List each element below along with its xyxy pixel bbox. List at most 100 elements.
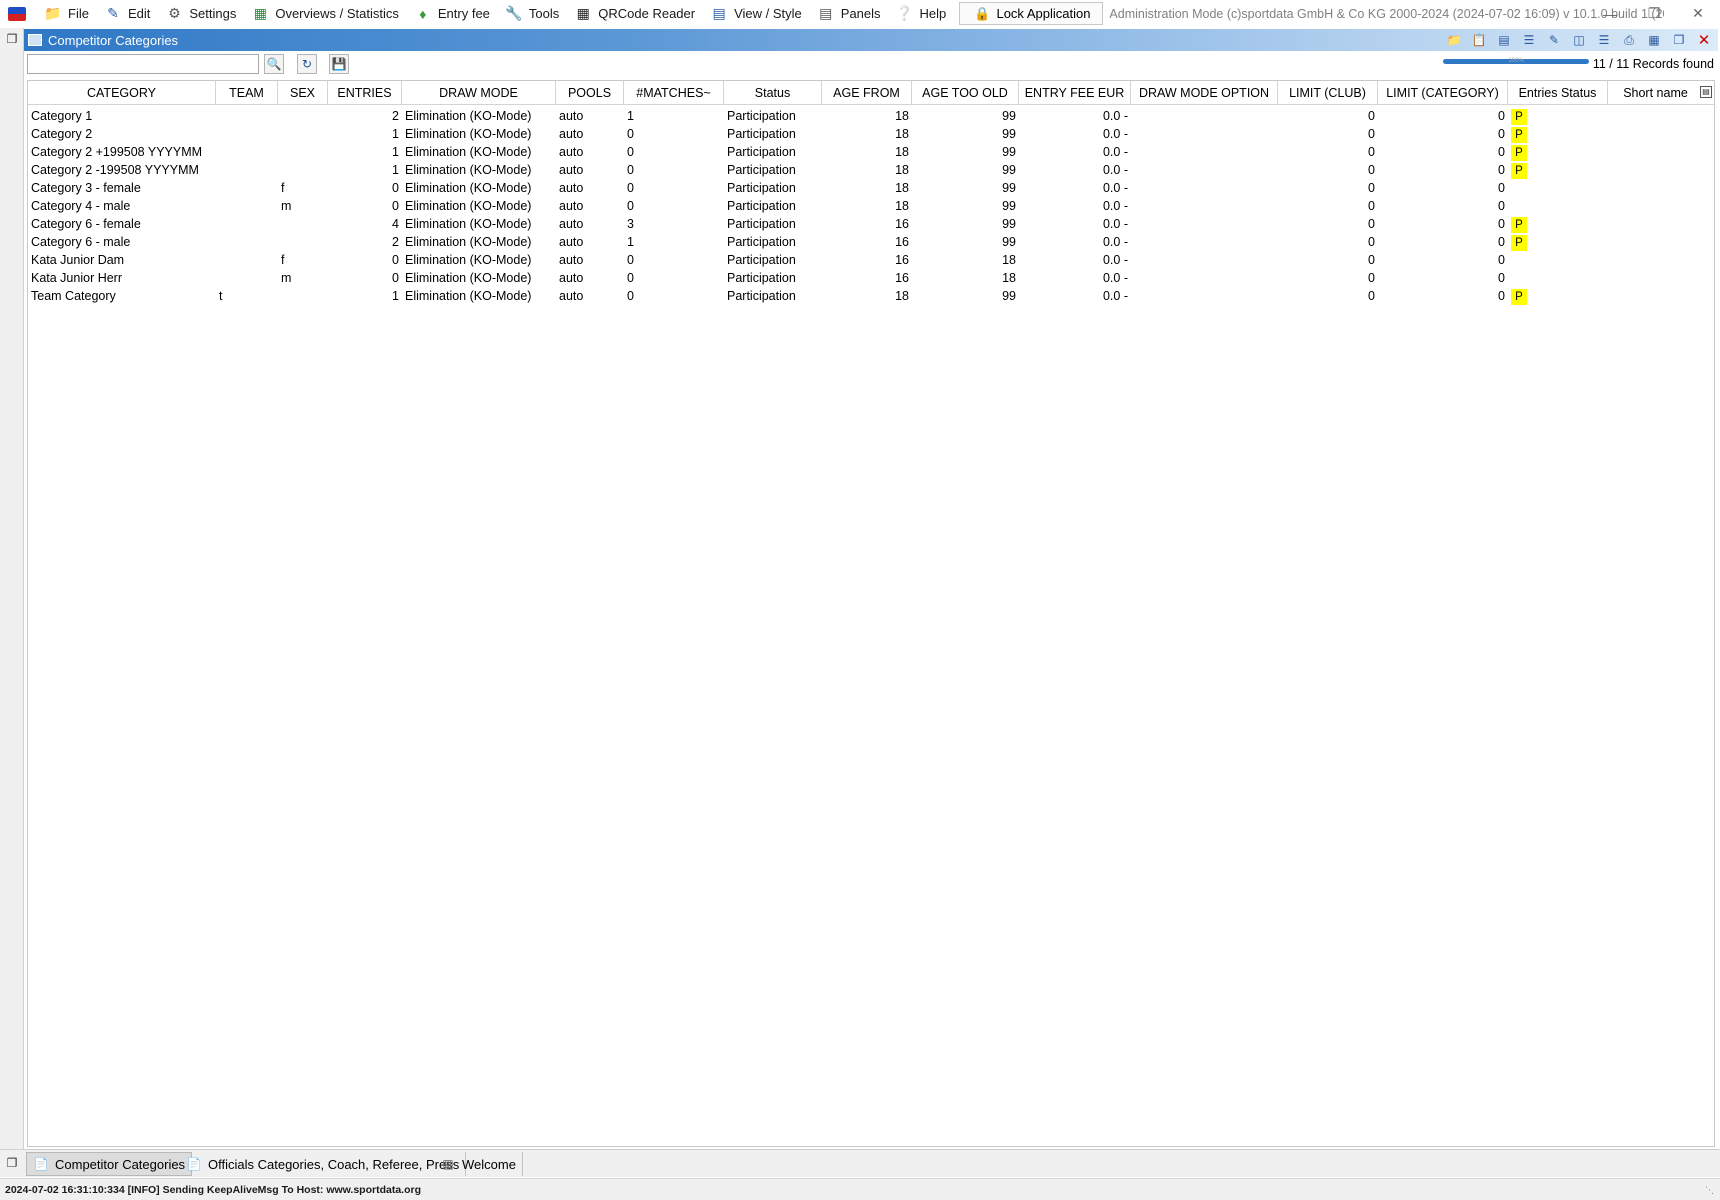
cell-age-too-old[interactable]: 99 bbox=[912, 179, 1019, 197]
cell-entry-fee[interactable]: 0.0 - bbox=[1019, 125, 1131, 143]
cell-short-name[interactable] bbox=[1608, 233, 1703, 251]
cell-age-from[interactable]: 18 bbox=[822, 179, 912, 197]
cell-status[interactable]: Participation bbox=[724, 179, 822, 197]
cell-matches[interactable]: 0 bbox=[624, 125, 724, 143]
cell-draw-mode[interactable]: Elimination (KO-Mode) bbox=[402, 143, 556, 161]
cell-entries-status[interactable] bbox=[1508, 197, 1608, 215]
cell-matches[interactable]: 0 bbox=[624, 251, 724, 269]
cell-age-too-old[interactable]: 99 bbox=[912, 143, 1019, 161]
menu-file[interactable]: 📁 File bbox=[38, 0, 95, 27]
cell-age-too-old[interactable]: 18 bbox=[912, 269, 1019, 287]
column-header-draw-mode-option[interactable]: DRAW MODE OPTION bbox=[1131, 81, 1278, 105]
cell-age-from[interactable]: 18 bbox=[822, 125, 912, 143]
cell-sex[interactable] bbox=[278, 107, 328, 125]
cell-age-from[interactable]: 18 bbox=[822, 107, 912, 125]
cell-entry-fee[interactable]: 0.0 - bbox=[1019, 287, 1131, 305]
cell-draw-mode[interactable]: Elimination (KO-Mode) bbox=[402, 287, 556, 305]
tab-list-icon[interactable]: ❐ bbox=[4, 1156, 20, 1170]
cell-category[interactable]: Team Category bbox=[28, 287, 216, 305]
detach-window-icon[interactable]: ❐ bbox=[1669, 31, 1689, 49]
cell-team[interactable] bbox=[216, 215, 278, 233]
form-view-icon[interactable]: ▤ bbox=[1494, 31, 1514, 49]
cell-draw-mode[interactable]: Elimination (KO-Mode) bbox=[402, 197, 556, 215]
cell-draw-mode[interactable]: Elimination (KO-Mode) bbox=[402, 125, 556, 143]
cell-entries-status[interactable]: P bbox=[1508, 161, 1608, 179]
cell-pools[interactable]: auto bbox=[556, 107, 624, 125]
cell-entry-fee[interactable]: 0.0 - bbox=[1019, 251, 1131, 269]
table-row[interactable]: Category 3 - female f 0 Elimination (KO-Mod… bbox=[28, 179, 1714, 197]
cell-category[interactable]: Category 2 -199508 YYYYMM bbox=[28, 161, 216, 179]
cell-draw-mode-option[interactable] bbox=[1131, 251, 1278, 269]
menu-entry-fee[interactable]: ♦ Entry fee bbox=[408, 0, 496, 27]
menu-settings[interactable]: ⚙ Settings bbox=[159, 0, 242, 27]
cell-limit-category[interactable]: 0 bbox=[1378, 107, 1508, 125]
cell-entries[interactable]: 1 bbox=[328, 143, 402, 161]
column-header-entries-status[interactable]: Entries Status bbox=[1508, 81, 1608, 105]
cell-status[interactable]: Participation bbox=[724, 251, 822, 269]
cell-limit-category[interactable]: 0 bbox=[1378, 233, 1508, 251]
cell-limit-category[interactable]: 0 bbox=[1378, 125, 1508, 143]
cell-entries[interactable]: 1 bbox=[328, 161, 402, 179]
minimize-icon[interactable]: — bbox=[1588, 0, 1632, 27]
cell-status[interactable]: Participation bbox=[724, 215, 822, 233]
cell-entries-status[interactable] bbox=[1508, 269, 1608, 287]
cell-pools[interactable]: auto bbox=[556, 269, 624, 287]
cell-entries-status[interactable]: P bbox=[1508, 125, 1608, 143]
cell-matches[interactable]: 1 bbox=[624, 107, 724, 125]
table-row[interactable]: Category 4 - male m 0 Elimination (KO-Mode)… bbox=[28, 197, 1714, 215]
cell-entries[interactable]: 2 bbox=[328, 233, 402, 251]
cell-matches[interactable]: 0 bbox=[624, 287, 724, 305]
cell-category[interactable]: Kata Junior Herr bbox=[28, 269, 216, 287]
cell-entries-status[interactable]: P bbox=[1508, 143, 1608, 161]
cell-short-name[interactable] bbox=[1608, 107, 1703, 125]
cell-draw-mode-option[interactable] bbox=[1131, 143, 1278, 161]
cell-category[interactable]: Category 1 bbox=[28, 107, 216, 125]
cell-limit-club[interactable]: 0 bbox=[1278, 179, 1378, 197]
cell-limit-category[interactable]: 0 bbox=[1378, 269, 1508, 287]
tab-competitor-categories[interactable]: 📄 Competitor Categories bbox=[26, 1152, 193, 1176]
column-header-age-from[interactable]: AGE FROM bbox=[822, 81, 912, 105]
cell-limit-category[interactable]: 0 bbox=[1378, 215, 1508, 233]
cell-matches[interactable]: 1 bbox=[624, 233, 724, 251]
cell-category[interactable]: Category 6 - male bbox=[28, 233, 216, 251]
cell-sex[interactable] bbox=[278, 215, 328, 233]
cell-age-from[interactable]: 18 bbox=[822, 143, 912, 161]
clipboard-icon[interactable]: 📋 bbox=[1469, 31, 1489, 49]
cell-draw-mode-option[interactable] bbox=[1131, 233, 1278, 251]
cell-pools[interactable]: auto bbox=[556, 161, 624, 179]
cell-draw-mode[interactable]: Elimination (KO-Mode) bbox=[402, 179, 556, 197]
cell-age-too-old[interactable]: 18 bbox=[912, 251, 1019, 269]
print-icon[interactable]: ⎙ bbox=[1619, 31, 1639, 49]
cell-age-from[interactable]: 18 bbox=[822, 161, 912, 179]
column-header-team[interactable]: TEAM bbox=[216, 81, 278, 105]
cell-team[interactable] bbox=[216, 143, 278, 161]
menu-help[interactable]: ❔ Help bbox=[890, 0, 953, 27]
cell-short-name[interactable] bbox=[1608, 161, 1703, 179]
cell-age-too-old[interactable]: 99 bbox=[912, 161, 1019, 179]
cell-matches[interactable]: 0 bbox=[624, 143, 724, 161]
cell-age-from[interactable]: 16 bbox=[822, 215, 912, 233]
table-row[interactable]: Team Category t 1 Elimination (KO-Mode) auto… bbox=[28, 287, 1714, 305]
cell-age-from[interactable]: 16 bbox=[822, 233, 912, 251]
cell-entry-fee[interactable]: 0.0 - bbox=[1019, 143, 1131, 161]
cell-team[interactable] bbox=[216, 197, 278, 215]
column-header-short-name[interactable]: Short name bbox=[1608, 81, 1703, 105]
cell-team[interactable] bbox=[216, 179, 278, 197]
cell-entries[interactable]: 2 bbox=[328, 107, 402, 125]
cell-entries[interactable]: 0 bbox=[328, 179, 402, 197]
table-row[interactable]: Category 6 - male 2 Elimination (KO-Mode) a… bbox=[28, 233, 1714, 251]
cell-team[interactable] bbox=[216, 161, 278, 179]
table-row[interactable]: Kata Junior Herr m 0 Elimination (KO-Mode) a… bbox=[28, 269, 1714, 287]
cell-status[interactable]: Participation bbox=[724, 107, 822, 125]
cell-entries-status[interactable]: P bbox=[1508, 107, 1608, 125]
column-header-limit-club[interactable]: LIMIT (CLUB) bbox=[1278, 81, 1378, 105]
cell-age-too-old[interactable]: 99 bbox=[912, 107, 1019, 125]
cell-entries-status[interactable]: P bbox=[1508, 215, 1608, 233]
cell-draw-mode-option[interactable] bbox=[1131, 269, 1278, 287]
cell-age-from[interactable]: 18 bbox=[822, 287, 912, 305]
cell-limit-club[interactable]: 0 bbox=[1278, 161, 1378, 179]
column-header-sex[interactable]: SEX bbox=[278, 81, 328, 105]
cell-entries-status[interactable] bbox=[1508, 179, 1608, 197]
cell-entry-fee[interactable]: 0.0 - bbox=[1019, 197, 1131, 215]
cell-draw-mode-option[interactable] bbox=[1131, 215, 1278, 233]
